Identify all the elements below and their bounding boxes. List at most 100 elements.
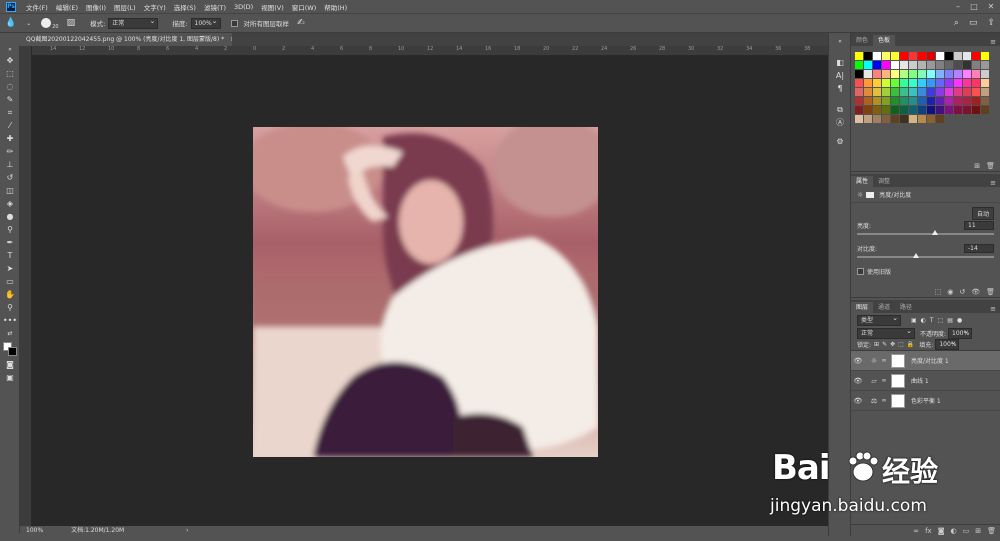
quick-mask-icon[interactable]: ◙ [0,358,20,371]
swap-colors-icon[interactable]: ⇄ [0,327,20,340]
color-swatch[interactable] [900,79,908,87]
color-swatch[interactable] [963,70,971,78]
reset-icon[interactable]: ↺ [959,288,965,296]
menu-select[interactable]: 选择(S) [170,2,200,12]
color-swatch[interactable] [855,88,863,96]
color-swatch[interactable] [945,79,953,87]
color-swatch[interactable] [873,70,881,78]
adjust-icon[interactable]: ⚙ [829,135,851,148]
color-swatch[interactable] [972,88,980,96]
color-swatch[interactable] [945,52,953,60]
screen-mode-icon[interactable]: ▣ [0,371,20,384]
color-swatch[interactable] [918,88,926,96]
color-swatch[interactable] [882,106,890,114]
lock-artboard-icon[interactable]: ⬚ [898,341,904,348]
color-swatch[interactable] [981,70,989,78]
close-tab-icon[interactable]: × [230,36,232,43]
color-swatch[interactable] [927,61,935,69]
color-swatch[interactable] [891,106,899,114]
document-image[interactable] [253,127,598,457]
paragraph-icon[interactable]: ¶ [829,82,851,95]
panel-menu-icon[interactable]: ≡ [990,38,1000,46]
color-swatch[interactable] [945,106,953,114]
brush-settings-icon[interactable]: ▨ [67,18,76,28]
color-swatch[interactable] [954,61,962,69]
blur-tool-icon[interactable]: 💧 [5,18,16,28]
menu-window[interactable]: 窗口(W) [288,2,321,12]
color-swatch[interactable] [873,106,881,114]
color-swatch[interactable] [882,88,890,96]
menu-image[interactable]: 图像(I) [82,2,110,12]
search-icon[interactable]: ⌕ [954,18,959,28]
new-group-icon[interactable]: ▭ [963,527,970,535]
color-swatch[interactable] [972,106,980,114]
color-swatch[interactable] [936,52,944,60]
eye-icon[interactable]: 👁 [851,397,865,405]
paint-bucket-icon[interactable]: ◈ [0,197,20,210]
collapse-icon[interactable]: » [0,46,20,54]
menu-type[interactable]: 文字(Y) [140,2,170,12]
menu-help[interactable]: 帮助(H) [320,2,351,12]
eye-icon[interactable]: 👁 [851,357,865,365]
tab-layers[interactable]: 图层 [851,302,874,313]
color-swatch[interactable] [972,70,980,78]
color-swatch[interactable] [873,61,881,69]
color-swatch[interactable] [918,115,926,123]
history-icon[interactable]: ◧ [829,56,851,69]
color-swatch[interactable] [918,97,926,105]
color-swatch[interactable] [891,88,899,96]
layer-row-color-balance[interactable]: 👁 ⚖ ∞ 色彩平衡 1 [851,391,1000,411]
color-swatch[interactable] [873,79,881,87]
maximize-icon[interactable]: □ [966,0,982,13]
lock-all-icon[interactable]: 🔒 [907,341,914,348]
workspace-icon[interactable]: ▭ [969,18,978,28]
chevron-down-icon[interactable]: ⌄ [26,20,31,27]
color-swatch[interactable] [981,61,989,69]
glyphs-icon[interactable]: Ⓐ [829,116,851,129]
quick-select-tool-icon[interactable]: ✎ [0,93,20,106]
tab-properties[interactable]: 属性 [851,176,874,187]
menu-filter[interactable]: 滤镜(T) [200,2,230,12]
contrast-input[interactable]: -14 [964,244,994,253]
share-icon[interactable]: ⇪ [987,18,995,28]
tab-swatches[interactable]: 色板 [873,35,896,46]
panel-menu-icon[interactable]: ≡ [990,305,1000,313]
color-swatch[interactable] [864,70,872,78]
delete-swatch-icon[interactable]: 🗑 [986,162,995,170]
pressure-icon[interactable]: ✍ [297,18,305,28]
tab-channels[interactable]: 通道 [873,302,895,313]
color-swatch[interactable] [936,97,944,105]
color-swatch[interactable] [927,70,935,78]
lock-paint-icon[interactable]: ✎ [882,341,887,348]
filter-pixel-icon[interactable]: ▣ [911,317,917,324]
filter-smart-icon[interactable]: ▤ [947,317,953,324]
color-swatch[interactable] [909,70,917,78]
layer-kind-select[interactable]: 类型 [857,314,901,326]
pen-tool-icon[interactable]: ✒ [0,236,20,249]
menu-file[interactable]: 文件(F) [22,2,52,12]
color-swatch[interactable] [891,79,899,87]
color-swatch[interactable] [864,88,872,96]
panel-menu-icon[interactable]: ≡ [990,179,1000,187]
color-swatch[interactable] [954,88,962,96]
horizontal-ruler[interactable]: 14 12 10 8 6 4 2 0 2 4 6 8 10 12 14 16 18 20 22 24 26 28 30 32 3… [32,46,828,56]
brush-preset-icon[interactable] [41,18,52,28]
color-swatch[interactable] [855,106,863,114]
brightness-slider-thumb[interactable] [932,230,939,235]
color-swatch[interactable] [864,115,872,123]
color-swatch[interactable] [864,106,872,114]
color-swatch[interactable] [981,79,989,87]
contrast-slider[interactable] [857,253,994,258]
menu-layer[interactable]: 图层(L) [110,2,140,12]
color-swatch[interactable] [882,52,890,60]
move-tool-icon[interactable]: ✥ [0,54,20,67]
color-swatch[interactable] [936,61,944,69]
color-swatch[interactable] [936,79,944,87]
add-mask-icon[interactable]: ◙ [938,527,945,535]
color-swatch[interactable] [873,97,881,105]
clip-layer-icon[interactable]: ⬚ [935,288,942,296]
color-swatch[interactable] [855,70,863,78]
more-tools-icon[interactable]: ••• [0,314,20,327]
blur-tool-icon[interactable]: ● [0,210,20,223]
color-swatch[interactable] [963,88,971,96]
